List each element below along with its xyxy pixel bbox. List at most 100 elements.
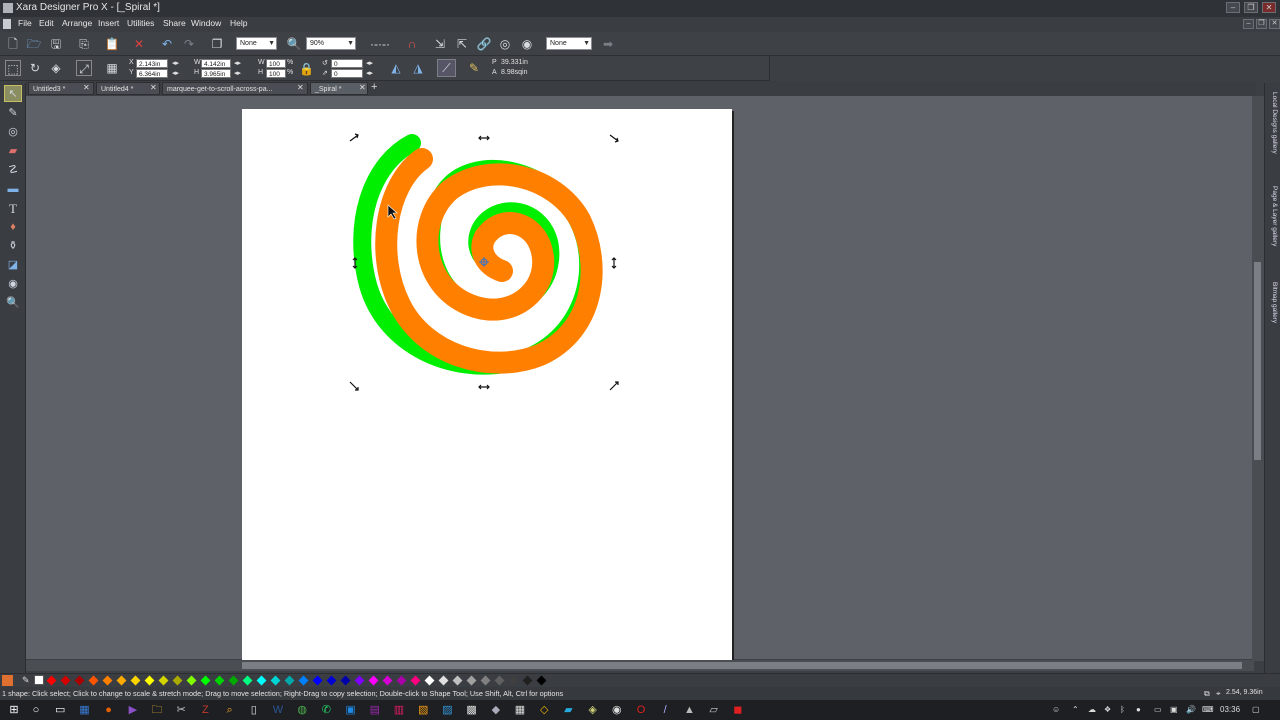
color-swatch[interactable] <box>424 675 435 686</box>
calc-icon[interactable]: ▦ <box>512 702 528 718</box>
new-icon[interactable]: 🗋 <box>5 36 21 52</box>
app7-icon[interactable]: ▩ <box>464 702 480 718</box>
color-swatch[interactable] <box>354 675 365 686</box>
zoom-combo[interactable]: 90% ▼ <box>306 37 356 50</box>
color-swatch[interactable] <box>438 675 449 686</box>
color-swatch[interactable] <box>130 675 141 686</box>
paste-icon[interactable]: 📋 <box>104 36 120 52</box>
search-icon[interactable]: ○ <box>28 702 44 718</box>
opera-icon[interactable]: O <box>633 702 649 718</box>
palette-menu-icon[interactable] <box>2 675 13 686</box>
snap-icon[interactable]: ·-·-· <box>366 36 394 52</box>
color-swatch[interactable] <box>508 675 519 686</box>
doc-restore-button[interactable]: ❐ <box>1256 19 1267 29</box>
app13-icon[interactable]: ▲ <box>681 702 697 718</box>
fill-icon[interactable]: ♦ <box>4 219 22 236</box>
rotation-stepper-icon[interactable]: ◂▸ <box>366 59 373 67</box>
tab-close-icon[interactable]: ✕ <box>297 83 304 92</box>
app9-icon[interactable]: ◇ <box>536 702 552 718</box>
delete-icon[interactable]: ✕ <box>131 36 147 52</box>
export-icon[interactable]: ⇱ <box>454 36 470 52</box>
shape-editor-icon[interactable]: ☡ <box>4 162 22 179</box>
rectangle-icon[interactable]: ▬ <box>4 181 22 198</box>
shadow-icon[interactable]: ◪ <box>4 257 22 274</box>
whatsapp-icon[interactable]: ✆ <box>318 702 334 718</box>
menu-help[interactable]: Help <box>230 18 247 28</box>
spiral-artwork[interactable] <box>340 125 630 400</box>
color-swatch[interactable] <box>186 675 197 686</box>
explorer-icon[interactable]: 🗀 <box>149 702 165 718</box>
scale-width-field[interactable]: 100 <box>266 59 286 68</box>
app12-icon[interactable]: ◉ <box>609 702 625 718</box>
color-swatch[interactable] <box>88 675 99 686</box>
color-swatch[interactable] <box>214 675 225 686</box>
color-swatch[interactable] <box>46 675 57 686</box>
task-view-icon[interactable]: ▭ <box>52 702 68 718</box>
color-swatch[interactable] <box>116 675 127 686</box>
tab-close-icon[interactable]: ✕ <box>83 83 90 92</box>
open-icon[interactable]: 🗁 <box>26 36 42 52</box>
forward-icon[interactable]: ➡ <box>600 36 616 52</box>
freehand-icon[interactable]: ✎ <box>4 105 22 122</box>
app5-icon[interactable]: ▧ <box>415 702 431 718</box>
handle-top-right[interactable] <box>609 134 619 143</box>
word-icon[interactable]: W <box>270 702 286 718</box>
color-swatch[interactable] <box>60 675 71 686</box>
color-swatch[interactable] <box>284 675 295 686</box>
color-swatch[interactable] <box>200 675 211 686</box>
zoom-icon[interactable]: 🔍 <box>286 36 302 52</box>
x-stepper-icon[interactable]: ◂▸ <box>172 59 179 67</box>
notifications-icon[interactable]: ▢ <box>1252 705 1260 714</box>
app14-icon[interactable]: ▱ <box>706 702 722 718</box>
minimize-button[interactable]: – <box>1226 2 1240 13</box>
page-layer-gallery-tab[interactable]: Page & Layer gallery <box>1266 186 1278 246</box>
close-button[interactable]: ✕ <box>1262 2 1276 13</box>
color-swatch[interactable] <box>396 675 407 686</box>
search2-icon[interactable]: ⌕ <box>222 702 238 718</box>
flip-vertical-icon[interactable]: ◮ <box>410 60 426 76</box>
vertical-scroll-thumb[interactable] <box>1254 262 1261 460</box>
doc-close-button[interactable]: ✕ <box>1269 19 1280 29</box>
doc-minimize-button[interactable]: – <box>1243 19 1254 29</box>
menu-file[interactable]: File <box>18 18 32 28</box>
menu-utilities[interactable]: Utilities <box>127 18 154 28</box>
copy-icon[interactable]: ⎘ <box>76 36 92 52</box>
tool-icon[interactable]: ✂ <box>173 702 189 718</box>
quality-combo[interactable]: None ▼ <box>236 37 277 50</box>
handle-top-left[interactable] <box>349 133 359 142</box>
dropbox-icon[interactable]: ❖ <box>1104 705 1111 714</box>
cloud-icon[interactable]: ☁ <box>1088 705 1096 714</box>
handle-bottom[interactable] <box>478 384 490 390</box>
lock-aspect-icon[interactable]: 🔒 <box>299 61 314 77</box>
x-field[interactable]: 2.143in <box>136 59 168 68</box>
scale-lines-icon[interactable]: ⟋ <box>437 59 456 77</box>
horizontal-scroll-thumb[interactable] <box>242 662 1242 669</box>
color-swatch[interactable] <box>312 675 323 686</box>
effect-combo[interactable]: None ▼ <box>546 37 592 50</box>
app8-icon[interactable]: ◆ <box>488 702 504 718</box>
network-icon[interactable]: ▣ <box>1170 705 1178 714</box>
tab-marquee[interactable]: marquee-get-to-scroll-across-pa... <box>162 82 308 95</box>
grid-icon[interactable]: ▦ <box>104 60 120 76</box>
tray-chevron-icon[interactable]: ⌃ <box>1072 705 1079 714</box>
fill-mode-icon[interactable]: ◈ <box>48 60 64 76</box>
import-icon[interactable]: ⇲ <box>432 36 448 52</box>
link-icon[interactable]: 🔗 <box>476 36 492 52</box>
app1-icon[interactable]: ▦ <box>76 702 92 718</box>
redo-icon[interactable]: ↷ <box>181 36 197 52</box>
undo-icon[interactable]: ↶ <box>159 36 175 52</box>
color-swatch[interactable] <box>368 675 379 686</box>
app2-icon[interactable]: ▣ <box>343 702 359 718</box>
scale-height-field[interactable]: 100 <box>266 69 286 78</box>
windows-start-icon[interactable]: ⊞ <box>6 702 22 718</box>
color-swatch[interactable] <box>410 675 421 686</box>
menu-window[interactable]: Window <box>191 18 221 28</box>
zoom-tool-icon[interactable]: 🔍 <box>4 295 22 312</box>
bevel-icon[interactable]: ◉ <box>4 276 22 293</box>
transparency-icon[interactable]: ⚱ <box>4 238 22 255</box>
text-icon[interactable]: T <box>4 200 22 217</box>
color-swatch[interactable] <box>522 675 533 686</box>
orange-spiral-shape[interactable] <box>375 148 603 374</box>
no-color-swatch[interactable] <box>34 675 44 685</box>
bitmap-gallery-tab[interactable]: Bitmap gallery <box>1266 282 1278 323</box>
